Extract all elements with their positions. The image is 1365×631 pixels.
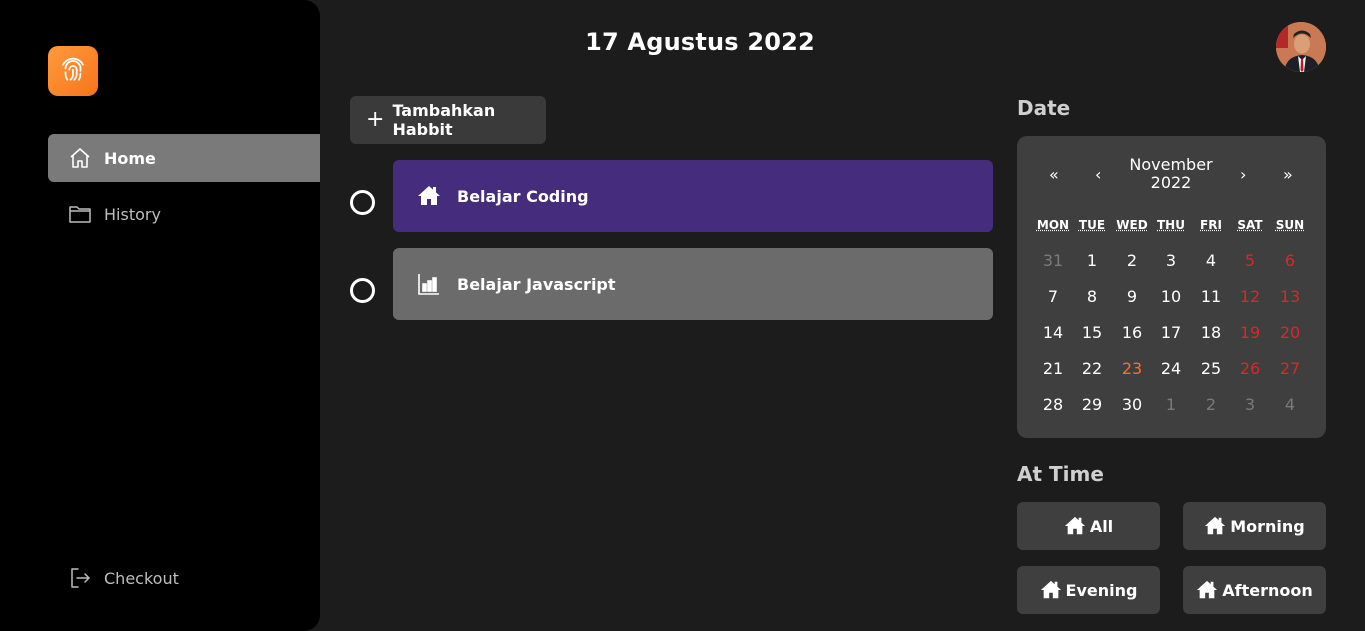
time-filter-label: Afternoon (1222, 580, 1313, 600)
calendar-day[interactable]: 13 (1270, 287, 1310, 306)
calendar-day[interactable]: 22 (1072, 359, 1112, 378)
habit-label: Belajar Coding (457, 186, 589, 206)
page-title: 17 Agustus 2022 (585, 28, 815, 56)
calendar-day[interactable]: 10 (1151, 287, 1191, 306)
calendar-day[interactable]: 21 (1033, 359, 1073, 378)
prev-month-button[interactable]: ‹ (1095, 165, 1101, 184)
calendar-day[interactable]: 18 (1191, 323, 1231, 342)
time-filter-label: Evening (1065, 580, 1138, 600)
weekday-header: SAT (1237, 218, 1263, 232)
calendar-day[interactable]: 26 (1230, 359, 1270, 378)
folder-icon (68, 202, 92, 226)
fingerprint-icon (62, 57, 84, 81)
calendar-day[interactable]: 17 (1151, 323, 1191, 342)
avatar[interactable] (1276, 22, 1326, 72)
calendar-day[interactable]: 5 (1230, 251, 1270, 270)
calendar-navigation: « ‹ November 2022 › » (1017, 136, 1326, 212)
add-habit-label: Tambahkan Habbit (392, 101, 496, 139)
time-filter-afternoon[interactable]: Afternoon (1183, 566, 1326, 614)
checkout-label: Checkout (104, 568, 179, 588)
calendar-day[interactable]: 8 (1072, 287, 1112, 306)
next-month-button[interactable]: › (1240, 165, 1246, 184)
app-logo[interactable] (48, 46, 98, 96)
calendar-day[interactable]: 11 (1191, 287, 1231, 306)
weekday-header: SUN (1275, 218, 1305, 232)
calendar-day[interactable]: 12 (1230, 287, 1270, 306)
calendar-day[interactable]: 3 (1151, 251, 1191, 270)
weekday-header: MON (1036, 218, 1070, 232)
calendar-day[interactable]: 2 (1191, 395, 1231, 414)
time-filter-all[interactable]: All (1017, 502, 1160, 550)
calendar-day[interactable]: 24 (1151, 359, 1191, 378)
sidebar-item-label: Home (104, 148, 156, 168)
calendar-day[interactable]: 14 (1033, 323, 1073, 342)
home-icon (1196, 579, 1218, 601)
habit-checkbox[interactable] (350, 278, 375, 303)
bar-chart-icon (417, 272, 441, 296)
time-filter-evening[interactable]: Evening (1017, 566, 1160, 614)
calendar-day[interactable]: 29 (1072, 395, 1112, 414)
calendar-day[interactable]: 6 (1270, 251, 1310, 270)
weekday-header: THU (1157, 218, 1185, 232)
checkout-button[interactable]: Checkout (48, 554, 320, 602)
logout-icon (68, 566, 92, 590)
date-section-label: Date (1017, 96, 1071, 120)
weekday-header: WED (1116, 218, 1148, 232)
calendar-day[interactable]: 2 (1112, 251, 1152, 270)
calendar-day[interactable]: 28 (1033, 395, 1073, 414)
habit-card[interactable]: Belajar Javascript (393, 248, 993, 320)
home-icon (417, 184, 441, 208)
sidebar-item-home[interactable]: Home (48, 134, 320, 182)
time-filter-morning[interactable]: Morning (1183, 502, 1326, 550)
time-filter-label: Morning (1230, 516, 1305, 536)
prev-year-button[interactable]: « (1049, 165, 1059, 184)
calendar-day[interactable]: 25 (1191, 359, 1231, 378)
habit-checkbox[interactable] (350, 190, 375, 215)
calendar-day[interactable]: 1 (1072, 251, 1112, 270)
calendar-month-label[interactable]: November 2022 (1121, 156, 1221, 192)
add-habit-button[interactable]: + Tambahkan Habbit (350, 96, 546, 144)
calendar-day[interactable]: 23 (1112, 359, 1152, 378)
calendar-day[interactable]: 3 (1230, 395, 1270, 414)
home-icon (68, 146, 92, 170)
sidebar-item-history[interactable]: History (48, 190, 320, 238)
calendar-day[interactable]: 19 (1230, 323, 1270, 342)
calendar-day[interactable]: 9 (1112, 287, 1152, 306)
calendar: « ‹ November 2022 › » MON TUE WED THU FRI SAT… (1017, 136, 1326, 438)
plus-icon: + (366, 107, 385, 132)
time-section-label: At Time (1017, 462, 1104, 486)
calendar-day[interactable]: 15 (1072, 323, 1112, 342)
calendar-day[interactable]: 4 (1191, 251, 1231, 270)
weekday-header: TUE (1078, 218, 1106, 232)
calendar-day[interactable]: 30 (1112, 395, 1152, 414)
habit-label: Belajar Javascript (457, 274, 616, 294)
weekday-header: FRI (1200, 218, 1222, 232)
calendar-day[interactable]: 27 (1270, 359, 1310, 378)
sidebar-item-label: History (104, 204, 161, 224)
time-filter-label: All (1089, 516, 1114, 536)
habit-card[interactable]: Belajar Coding (393, 160, 993, 232)
calendar-day[interactable]: 1 (1151, 395, 1191, 414)
sidebar: Home History Checkout (0, 0, 320, 631)
next-year-button[interactable]: » (1283, 165, 1293, 184)
calendar-day[interactable]: 16 (1112, 323, 1152, 342)
calendar-day[interactable]: 31 (1033, 251, 1073, 270)
calendar-day[interactable]: 7 (1033, 287, 1073, 306)
home-icon (1064, 515, 1086, 537)
home-icon (1204, 515, 1226, 537)
home-icon (1040, 579, 1062, 601)
calendar-day[interactable]: 4 (1270, 395, 1310, 414)
calendar-day[interactable]: 20 (1270, 323, 1310, 342)
